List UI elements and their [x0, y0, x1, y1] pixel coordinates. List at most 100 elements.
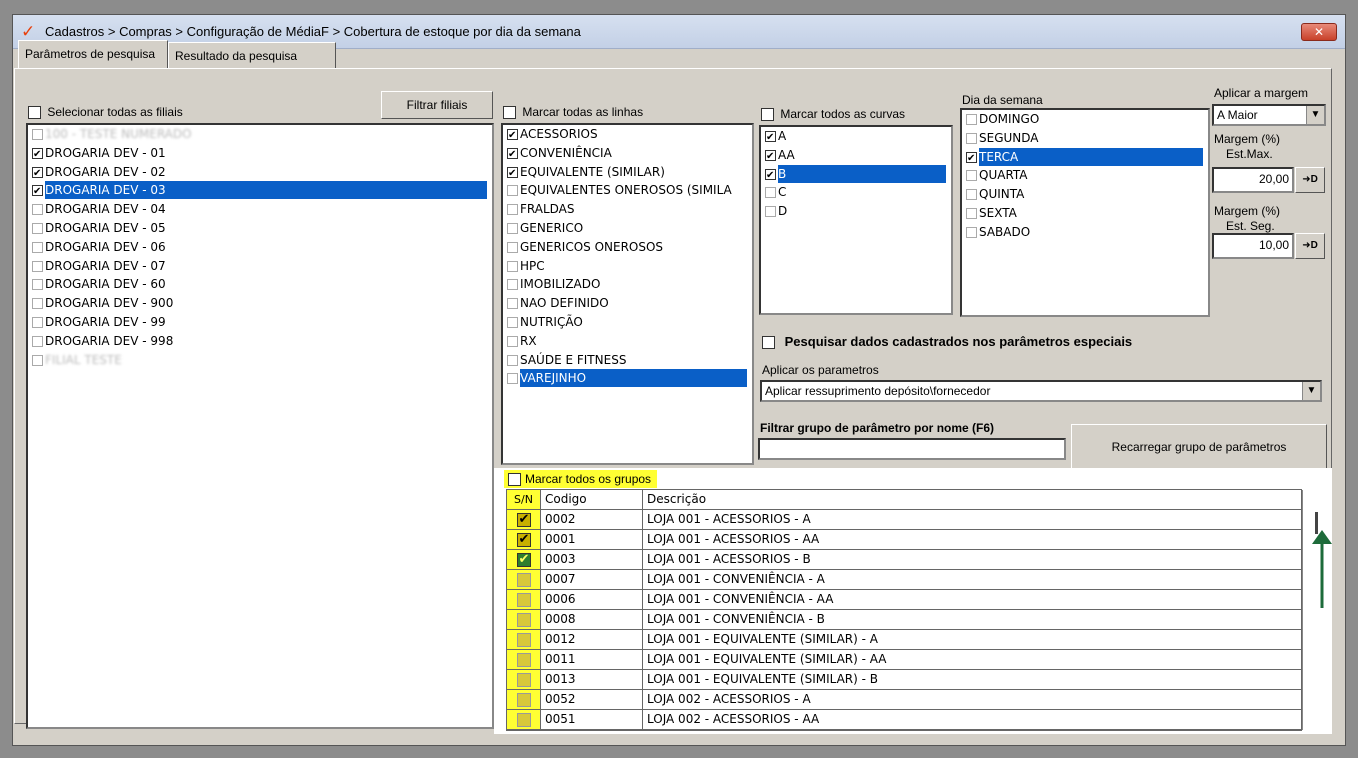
linha-item-checkbox[interactable] [507, 204, 518, 216]
linha-item-checkbox[interactable] [507, 241, 518, 253]
tab-parametros-pesquisa[interactable]: Parâmetros de pesquisa [18, 40, 168, 68]
filial-item[interactable]: DROGARIA DEV - 05 [28, 219, 492, 238]
filial-item[interactable]: DROGARIA DEV - 06 [28, 238, 492, 257]
filial-item-checkbox[interactable] [32, 146, 43, 164]
row-checkbox[interactable] [516, 510, 531, 529]
grupos-scrollbar[interactable] [1302, 490, 1330, 730]
select-all-filiais-checkbox[interactable] [28, 106, 41, 120]
filial-item-checkbox[interactable] [32, 129, 43, 140]
row-checkbox[interactable] [516, 592, 531, 607]
row-sn-cell[interactable] [507, 570, 541, 589]
linha-item-checkbox[interactable] [507, 354, 518, 366]
linha-item-checkbox[interactable] [507, 165, 518, 183]
dia-item-checkbox[interactable] [966, 189, 977, 201]
linha-item[interactable]: CONVENIÊNCIA [503, 144, 752, 164]
curva-item[interactable]: A [761, 127, 951, 147]
curva-item-checkbox[interactable] [765, 187, 776, 199]
linha-item-checkbox[interactable] [507, 185, 518, 197]
table-row[interactable]: 0003 LOJA 001 - ACESSORIOS - B [507, 550, 1301, 570]
filial-item-checkbox[interactable] [32, 165, 43, 183]
row-sn-cell[interactable] [507, 590, 541, 609]
linha-item-checkbox[interactable] [507, 335, 518, 347]
filial-item-checkbox[interactable] [32, 222, 43, 234]
curva-item[interactable]: D [761, 202, 951, 221]
dia-item-checkbox[interactable] [966, 170, 977, 182]
curva-item-checkbox[interactable] [765, 129, 776, 147]
select-all-grupos-checkbox[interactable] [508, 473, 521, 487]
filial-item-checkbox[interactable] [32, 354, 43, 366]
row-sn-cell[interactable] [507, 710, 541, 729]
linha-item[interactable]: HPC [503, 257, 752, 276]
row-checkbox[interactable] [516, 692, 531, 707]
dia-item-checkbox[interactable] [966, 207, 977, 219]
curva-item-checkbox[interactable] [765, 167, 776, 185]
curva-item[interactable]: C [761, 183, 951, 202]
table-row[interactable]: 0052 LOJA 002 - ACESSORIOS - A [507, 690, 1301, 710]
dia-item[interactable]: QUARTA [962, 166, 1208, 185]
table-row[interactable]: 0001 LOJA 001 - ACESSORIOS - AA [507, 530, 1301, 550]
row-sn-cell[interactable] [507, 670, 541, 689]
table-row[interactable]: 0012 LOJA 001 - EQUIVALENTE (SIMILAR) - A [507, 630, 1301, 650]
dia-item-checkbox[interactable] [966, 132, 977, 144]
dia-item-checkbox[interactable] [966, 114, 977, 125]
filial-item-checkbox[interactable] [32, 298, 43, 310]
dias-list[interactable]: DOMINGO SEGUNDA TERCA QUARTA QUINTA SEXTA SABA… [960, 108, 1210, 317]
margem-seg-input[interactable]: 10,00 [1212, 233, 1294, 259]
filiais-list[interactable]: 100 - TESTE NUMERADO DROGARIA DEV - 01 DRO… [26, 123, 494, 729]
linha-item[interactable]: ACESSORIOS [503, 125, 752, 145]
row-checkbox[interactable] [516, 530, 531, 549]
col-descricao-header[interactable]: Descrição [643, 490, 1301, 509]
filial-item[interactable]: DROGARIA DEV - 07 [28, 257, 492, 276]
filial-item[interactable]: DROGARIA DEV - 99 [28, 313, 492, 332]
row-checkbox[interactable] [516, 550, 531, 569]
linha-item-checkbox[interactable] [507, 316, 518, 328]
table-row[interactable]: 0002 LOJA 001 - ACESSORIOS - A [507, 510, 1301, 530]
filial-item-checkbox[interactable] [32, 316, 43, 328]
dia-item-checkbox[interactable] [966, 150, 977, 168]
linha-item-checkbox[interactable] [507, 279, 518, 291]
linha-item[interactable]: RX [503, 332, 752, 351]
table-row[interactable]: 0051 LOJA 002 - ACESSORIOS - AA [507, 710, 1301, 730]
row-checkbox[interactable] [516, 612, 531, 627]
row-checkbox[interactable] [516, 572, 531, 587]
table-row[interactable]: 0011 LOJA 001 - EQUIVALENTE (SIMILAR) - A… [507, 650, 1301, 670]
margem-max-input[interactable]: 20,00 [1212, 167, 1294, 193]
grupos-table[interactable]: S/N Codigo Descrição 0002 LOJA 001 - ACES… [506, 489, 1302, 731]
row-sn-cell[interactable] [507, 550, 541, 569]
filial-item-checkbox[interactable] [32, 335, 43, 347]
select-all-curvas-checkbox[interactable] [761, 108, 774, 122]
linha-item[interactable]: SAÚDE E FITNESS [503, 351, 752, 370]
dia-item[interactable]: SEGUNDA [962, 129, 1208, 148]
linha-item-checkbox[interactable] [507, 260, 518, 272]
table-row[interactable]: 0013 LOJA 001 - EQUIVALENTE (SIMILAR) - B [507, 670, 1301, 690]
col-codigo-header[interactable]: Codigo [541, 490, 643, 509]
linha-item[interactable]: FRALDAS [503, 200, 752, 219]
linha-item[interactable]: EQUIVALENTE (SIMILAR) [503, 163, 752, 183]
filial-item-checkbox[interactable] [32, 204, 43, 216]
aplicar-margem-select[interactable]: A Maior ▼ [1212, 104, 1326, 126]
linha-item[interactable]: NAO DEFINIDO [503, 294, 752, 313]
linha-item[interactable]: IMOBILIZADO [503, 275, 752, 294]
curva-item[interactable]: B [761, 164, 951, 185]
pesquisar-especiais[interactable]: Pesquisar dados cadastrados nos parâmetr… [762, 334, 1132, 350]
row-sn-cell[interactable] [507, 630, 541, 649]
row-sn-cell[interactable] [507, 610, 541, 629]
filial-item[interactable]: DROGARIA DEV - 02 [28, 163, 492, 183]
linha-item[interactable]: EQUIVALENTES ONEROSOS (SIMILA [503, 181, 752, 200]
row-checkbox[interactable] [516, 652, 531, 667]
filial-item-checkbox[interactable] [32, 279, 43, 291]
curva-item-checkbox[interactable] [765, 206, 776, 218]
filial-item[interactable]: DROGARIA DEV - 04 [28, 200, 492, 219]
curva-item[interactable]: AA [761, 146, 951, 166]
filial-item[interactable]: DROGARIA DEV - 03 [28, 181, 492, 201]
filial-item[interactable]: FILIAL TESTE [28, 351, 492, 370]
row-sn-cell[interactable] [507, 510, 541, 529]
aplicar-parametros-select[interactable]: Aplicar ressuprimento depósito\fornecedo… [760, 380, 1322, 402]
linha-item[interactable]: NUTRIÇÃO [503, 313, 752, 332]
filtrar-grupo-input[interactable] [758, 438, 1066, 460]
table-row[interactable]: 0008 LOJA 001 - CONVENIÊNCIA - B [507, 610, 1301, 630]
filial-item[interactable]: DROGARIA DEV - 01 [28, 144, 492, 164]
filial-item[interactable]: DROGARIA DEV - 998 [28, 332, 492, 351]
linhas-list[interactable]: ACESSORIOS CONVENIÊNCIA EQUIVALENTE (SIMIL… [501, 123, 754, 465]
select-all-curvas[interactable]: Marcar todos as curvas [761, 107, 905, 122]
